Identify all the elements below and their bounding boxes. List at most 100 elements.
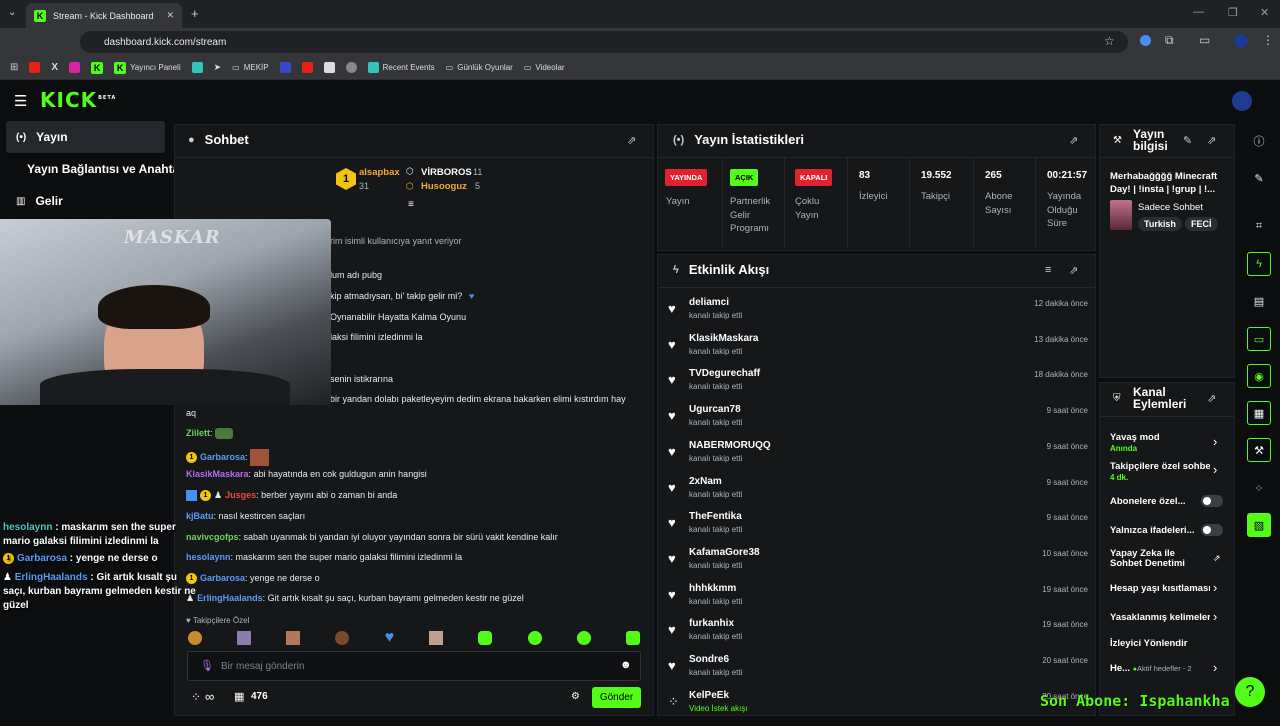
goals-row[interactable]: He... ●Aktif hedefler - 2 [1110,663,1225,674]
followers-only-row[interactable]: Takipçilere özel sohbet 4 dk. [1110,461,1210,483]
chat-username[interactable]: hesolaynn [186,552,231,562]
maximize-icon[interactable]: ❐ [1228,6,1238,19]
image-bookmark-icon[interactable] [323,62,335,73]
chat-username[interactable]: ErlingHaalands [197,593,263,603]
kick-emote-icon[interactable] [478,631,493,645]
kick-bookmark-icon[interactable]: K [91,61,104,74]
chevron-right-icon[interactable]: › [1213,609,1217,624]
activity-username[interactable]: Sondre6 [689,654,729,665]
window-close-icon[interactable]: ✕ [1260,6,1269,19]
leaderboard-user-3[interactable]: Husooguz [421,181,467,192]
activity-username[interactable]: hhhkkmm [689,583,736,594]
minimize-icon[interactable]: — [1193,6,1204,18]
site-bookmark-icon[interactable] [279,62,291,73]
send-button[interactable]: Gönder [592,687,641,708]
url-field[interactable]: dashboard.kick.com/stream ☆ [80,31,1128,53]
circle-bookmark-icon[interactable] [345,62,357,73]
broadcast-icon[interactable]: ◉ [1247,364,1271,388]
activity-username[interactable]: KlasikMaskara [689,333,759,344]
popout-icon[interactable]: ⇗ [1069,264,1078,277]
emote-icon[interactable] [335,631,350,645]
chat-username[interactable]: Garbarosa [200,573,245,583]
activity-item[interactable]: ♥ KlasikMaskara kanalı takip etti 13 dakika… [668,333,1088,369]
emote-icon[interactable] [188,631,202,645]
activity-username[interactable]: NABERMORUQQ [689,440,771,451]
points-icon[interactable]: ⁘ [191,690,201,704]
activity-item[interactable]: ♥ TVDegurechaff kanalı takip etti 18 dakika… [668,368,1088,404]
emote-icon[interactable] [237,631,252,645]
user-avatar[interactable] [1232,91,1252,111]
bookmark-recent-events[interactable]: Recent Events [367,62,435,73]
chat-icon[interactable]: ▭ [1247,327,1271,351]
external-link-icon[interactable]: ⇗ [1213,553,1221,564]
popout-icon[interactable]: ⇗ [627,134,636,147]
popout-icon[interactable]: ⇗ [1069,134,1078,147]
emotes-only-toggle[interactable] [1201,524,1223,536]
x-bookmark-icon[interactable]: X [51,62,58,73]
hamburger-menu-icon[interactable]: ☰ [14,92,27,110]
app-bookmark-icon[interactable] [191,62,203,73]
activity-username[interactable]: furkanhix [689,618,734,629]
bookmark-star-icon[interactable]: ☆ [1104,34,1115,48]
kick-emote-icon[interactable] [625,631,640,645]
info-icon[interactable]: ⓘ [1247,129,1271,153]
blue-heart-emote-icon[interactable]: ♥ [385,629,395,647]
sidebar-item-gelir[interactable]: ▥ Gelir [6,185,63,217]
filter-icon[interactable]: ≡ [1045,264,1051,276]
account-age-row[interactable]: Hesap yaşı kısıtlaması [1110,583,1210,594]
chat-input-box[interactable]: 🎙 Bir mesaj gönderin ☻ [187,651,641,681]
microphone-icon[interactable]: 🎙 [200,659,214,672]
points-icon[interactable]: ⁘ [1247,476,1271,500]
ai-moderation-row[interactable]: Yapay Zeka ile Sohbet Denetimi [1110,549,1190,569]
activity-item[interactable]: ♥ deliamci kanalı takip etti 12 dakika önce [668,297,1088,333]
profile-avatar[interactable] [1234,34,1248,48]
chat-username[interactable]: kjBatu [186,511,214,521]
leaderboard-user-1[interactable]: alsapbax [359,167,400,178]
sidebar-item-stream-key[interactable]: Yayın Bağlantısı ve Anahtarı [6,153,187,185]
emoji-icon[interactable]: ☻ [620,659,632,671]
banned-words-row[interactable]: Yasaklanmış kelimeler [1110,612,1210,623]
activity-username[interactable]: 2xNam [689,476,722,487]
store-icon[interactable]: ▦ [1247,401,1271,425]
sidebar-item-yayin[interactable]: (•) Yayın [6,121,165,153]
chat-username[interactable]: Garbarosa [200,452,245,462]
kick-emote-icon[interactable] [527,631,542,645]
kick-emote-icon[interactable] [576,631,591,645]
activity-username[interactable]: TVDegurechaff [689,368,760,379]
wrench-icon[interactable]: ⚒ [1247,438,1271,462]
bookmark-mekip[interactable]: ▭ MEKİP [232,63,268,72]
chat-username[interactable]: Jusges [225,490,256,500]
activity-item[interactable]: ♥ KafamaGore38 kanalı takip etti 10 saat ön… [668,547,1088,583]
play-bookmark-icon[interactable]: ➤ [214,62,222,73]
activity-username[interactable]: TheFentika [689,511,742,522]
side-panel-icon[interactable]: ▭ [1199,33,1210,47]
edit-pencil-icon[interactable]: ✎ [1247,166,1271,190]
bookmark-gunluk-oyunlar[interactable]: ▭ Günlük Oyunlar [446,63,513,72]
activity-item[interactable]: ♥ Sondre6 kanalı takip etti 20 saat önce [668,654,1088,690]
chat-username[interactable]: Ziilett [186,428,210,438]
activity-item[interactable]: ♥ 2xNam kanalı takip etti 9 saat önce [668,476,1088,512]
activity-item[interactable]: ♥ Ugurcan78 kanalı takip etti 9 saat önce [668,404,1088,440]
chevron-right-icon[interactable]: › [1213,580,1217,595]
popout-icon[interactable]: ⇗ [1207,392,1216,405]
slow-mode-row[interactable]: Yavaş mod Anında [1110,432,1225,454]
popout-icon[interactable]: ⇗ [1207,134,1216,147]
settings-gear-icon[interactable]: ⚙ [571,691,580,702]
bookmark-yayinci-paneli[interactable]: K Yayıncı Paneli [114,61,181,74]
activity-item[interactable]: ♥ NABERMORUQQ kanalı takip etti 9 saat önce [668,440,1088,476]
host-viewers-row[interactable]: İzleyici Yönlendir [1110,638,1225,649]
activity-item[interactable]: ♥ TheFentika kanalı takip etti 9 saat önce [668,511,1088,547]
document-icon[interactable]: ▤ [1247,289,1271,313]
emote-icon[interactable] [286,631,301,645]
activity-username[interactable]: Ugurcan78 [689,404,741,415]
chat-username[interactable]: KlasikMaskara [186,469,249,479]
extensions-puzzle-icon[interactable]: ⧉ [1165,33,1174,48]
browser-menu-icon[interactable]: ⋮ [1262,33,1274,47]
browser-tab[interactable]: K Stream - Kick Dashboard ✕ [26,3,182,28]
emote-icon[interactable] [429,631,444,645]
extension-icon[interactable] [1140,35,1151,46]
store-icon[interactable]: ▦ [234,690,244,703]
tab-list-icon[interactable]: ⌄ [8,7,16,18]
kick-logo[interactable]: KICKBETA [40,88,116,112]
activity-item[interactable]: ♥ furkanhix kanalı takip etti 19 saat önce [668,618,1088,654]
